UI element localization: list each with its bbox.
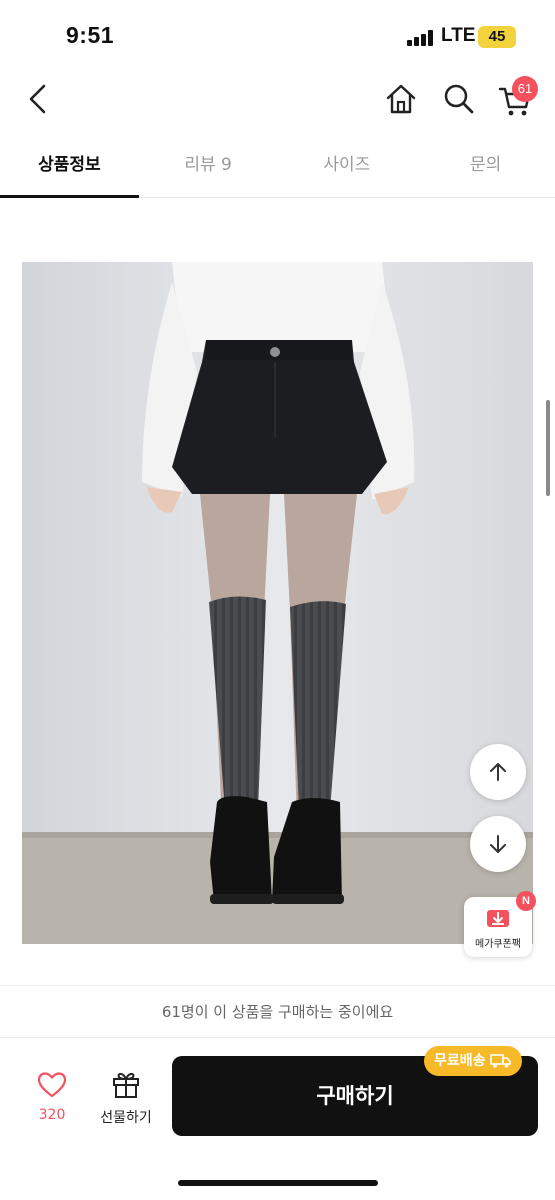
free-shipping-badge: 무료배송 [424, 1046, 522, 1076]
coupon-download-icon [487, 910, 509, 927]
like-button[interactable]: 320 [22, 1069, 82, 1135]
scrollbar[interactable] [546, 400, 550, 496]
purchase-bar: 61명이 이 상품을 구매하는 중이에요 320 선물하기 구매하기 [0, 985, 555, 1200]
product-image [22, 262, 533, 944]
gift-button[interactable]: 선물하기 [90, 1069, 162, 1135]
search-icon[interactable] [441, 81, 477, 117]
coupon-pack-label: 메가쿠폰팩 [475, 939, 521, 950]
tab-inquiry[interactable]: 문의 [416, 140, 555, 197]
gift-icon [113, 1072, 139, 1098]
tab-reviews[interactable]: 리뷰 9 [139, 140, 278, 197]
like-count: 320 [38, 1107, 66, 1123]
home-indicator [178, 1180, 378, 1186]
status-bar: 9:51 LTE 45 [0, 0, 555, 72]
gift-label: 선물하기 [100, 1110, 152, 1126]
chevron-left-icon[interactable] [22, 82, 54, 116]
top-navigation: 61 [0, 72, 555, 126]
buying-now-notice: 61명이 이 상품을 구매하는 중이에요 [0, 986, 555, 1038]
scroll-up-button[interactable] [470, 744, 526, 800]
status-time: 9:51 [66, 22, 115, 48]
tab-size[interactable]: 사이즈 [278, 140, 417, 197]
heart-icon [37, 1072, 67, 1098]
scroll-down-button[interactable] [470, 816, 526, 872]
truck-icon [489, 1054, 511, 1068]
signal-icon [407, 30, 435, 46]
product-tabs: 상품정보 리뷰 9 사이즈 문의 [0, 140, 555, 198]
cart-count-badge: 61 [512, 76, 538, 102]
arrow-down-icon [490, 835, 506, 853]
tab-product-info[interactable]: 상품정보 [0, 140, 139, 198]
home-icon[interactable] [383, 81, 419, 117]
network-label: LTE [441, 25, 476, 46]
mega-coupon-pack-button[interactable]: 메가쿠폰팩 N [464, 891, 536, 957]
free-shipping-label: 무료배송 [434, 1053, 486, 1069]
battery-icon: 45 [478, 26, 516, 48]
arrow-up-icon [490, 763, 506, 781]
new-badge: N [516, 891, 536, 911]
